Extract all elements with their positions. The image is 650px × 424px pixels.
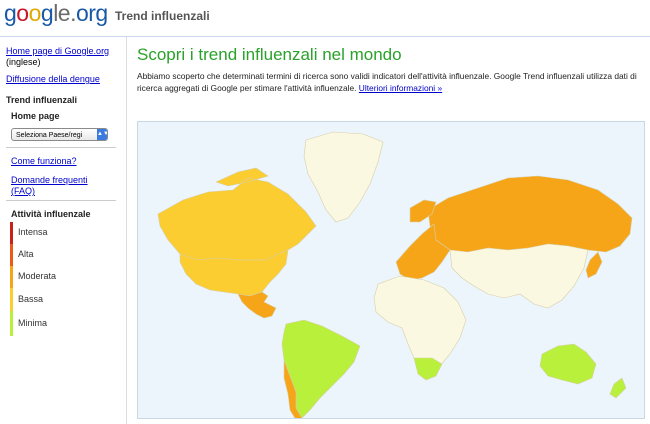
region-asia-no-data[interactable] [449, 243, 589, 309]
how-it-works-link[interactable]: Come funziona? [11, 156, 77, 167]
logo-letter: org [75, 0, 108, 26]
country-select-value: Seleziona Paese/regi [16, 132, 83, 139]
world-map-svg [157, 131, 633, 418]
logo-letter: o [16, 0, 29, 26]
region-sudafrica[interactable] [413, 357, 443, 381]
legend-swatch-minima [10, 311, 13, 336]
divider [6, 200, 116, 201]
country-select[interactable]: Seleziona Paese/regi ▲▼ [11, 128, 108, 141]
dengue-link[interactable]: Diffusione della dengue [6, 74, 100, 85]
home-page-link[interactable]: Home page di Google.org [6, 46, 109, 57]
region-messico[interactable] [237, 291, 277, 319]
sidebar: Home page di Google.org (inglese) Diffus… [0, 37, 127, 424]
app-title: Trend influenzali [115, 9, 210, 23]
more-info-link[interactable]: Ulteriori informazioni » [359, 83, 442, 93]
home-label: Home page [11, 111, 60, 121]
legend-label-bassa: Bassa [18, 294, 44, 304]
legend-label-alta: Alta [18, 249, 34, 259]
region-nuova-zelanda[interactable] [609, 377, 627, 399]
page-title: Scopri i trend influenzali nel mondo [137, 45, 402, 64]
legend-label-intensa: Intensa [18, 227, 48, 237]
home-page-note: (inglese) [6, 57, 41, 67]
divider [6, 147, 116, 148]
legend-swatch-moderata [10, 266, 13, 288]
logo-letter: le [53, 0, 71, 26]
google-org-logo[interactable]: google.org [4, 0, 108, 27]
region-groenlandia[interactable] [303, 131, 384, 223]
header: google.org Trend influenzali [0, 0, 650, 37]
region-giappone[interactable] [585, 251, 603, 279]
logo-letter: o [28, 0, 42, 26]
faq-link[interactable]: Domande frequenti (FAQ) [11, 175, 111, 197]
legend-swatch-bassa [10, 288, 13, 311]
region-australia[interactable] [539, 343, 597, 385]
region-canada[interactable] [157, 167, 317, 261]
activity-title: Attività influenzale [11, 209, 91, 219]
intro-text: Abbiamo scoperto che determinati termini… [137, 70, 637, 94]
region-russia[interactable] [427, 175, 633, 253]
legend-swatch-alta [10, 244, 13, 266]
section-title: Trend influenzali [6, 95, 78, 105]
legend-label-moderata: Moderata [18, 271, 57, 281]
legend-swatch-intensa [10, 222, 13, 244]
logo-letter: g [4, 0, 17, 26]
chevron-updown-icon: ▲▼ [97, 129, 107, 140]
legend-label-minima: Minima [18, 318, 48, 328]
world-flu-map[interactable] [137, 121, 645, 419]
logo-letter: g [40, 0, 54, 26]
